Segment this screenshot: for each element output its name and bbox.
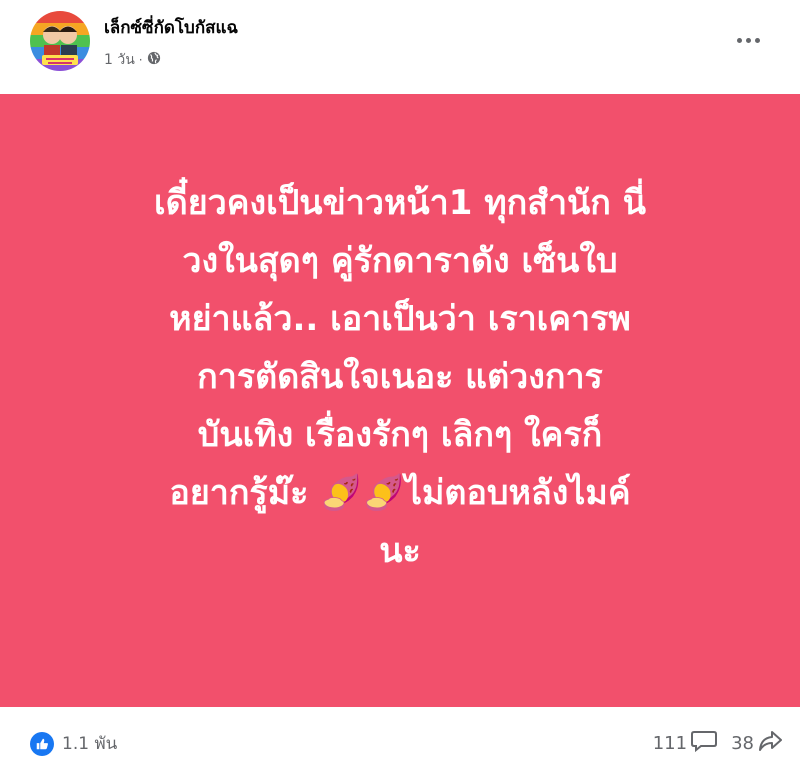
meta-separator: ·	[138, 53, 143, 67]
post-content-background: เดี๋ยวคงเป็นข่าวหน้า1 ทุกสำนัก นี่ วงในส…	[0, 94, 800, 707]
more-options-icon[interactable]	[730, 26, 766, 54]
engagement-stats: 111 38	[653, 729, 782, 758]
post-text-line: บันเทิง เรื่องรักๆ เลิกๆ ใครก็	[197, 415, 603, 455]
share-icon	[758, 730, 782, 757]
comment-icon	[691, 729, 718, 758]
post-text-line: วงในสุดๆ คู่รักดาราดัง เซ็นใบ	[182, 241, 618, 281]
like-icon	[30, 731, 54, 756]
post-header: เล็กซ์ซี่กัดโบกัสแฉ 1 วัน ·	[0, 0, 800, 94]
post-meta: 1 วัน ·	[104, 49, 161, 71]
post-text-line: เดี๋ยวคงเป็นข่าวหน้า1 ทุกสำนัก นี่	[154, 183, 646, 223]
comments-count: 111	[652, 733, 688, 754]
post-text: เดี๋ยวคงเป็นข่าวหน้า1 ทุกสำนัก นี่ วงในส…	[40, 174, 760, 580]
shares-stat[interactable]: 38	[731, 730, 782, 757]
page-name[interactable]: เล็กซ์ซี่กัดโบกัสแฉ	[104, 14, 238, 41]
comments-stat[interactable]: 111	[652, 729, 718, 758]
shares-count: 38	[731, 733, 754, 754]
globe-icon	[147, 51, 161, 69]
post-text-line: หย่าแล้ว.. เอาเป็นว่า เราเคารพ	[169, 299, 631, 339]
post-text-line: การตัดสินใจเนอะ แต่วงการ	[197, 357, 603, 397]
reactions-summary[interactable]: 1.1 พัน	[30, 730, 117, 757]
post-text-line: นะ	[379, 531, 421, 571]
post-footer: 1.1 พัน 111 38	[0, 707, 800, 777]
page-avatar[interactable]	[30, 11, 90, 71]
post-text-line: อยากรู้ม๊ะ 🍠🍠ไม่ตอบหลังไมค์	[169, 473, 631, 513]
reactions-count: 1.1 พัน	[62, 734, 118, 754]
post-time[interactable]: 1 วัน	[104, 49, 135, 71]
